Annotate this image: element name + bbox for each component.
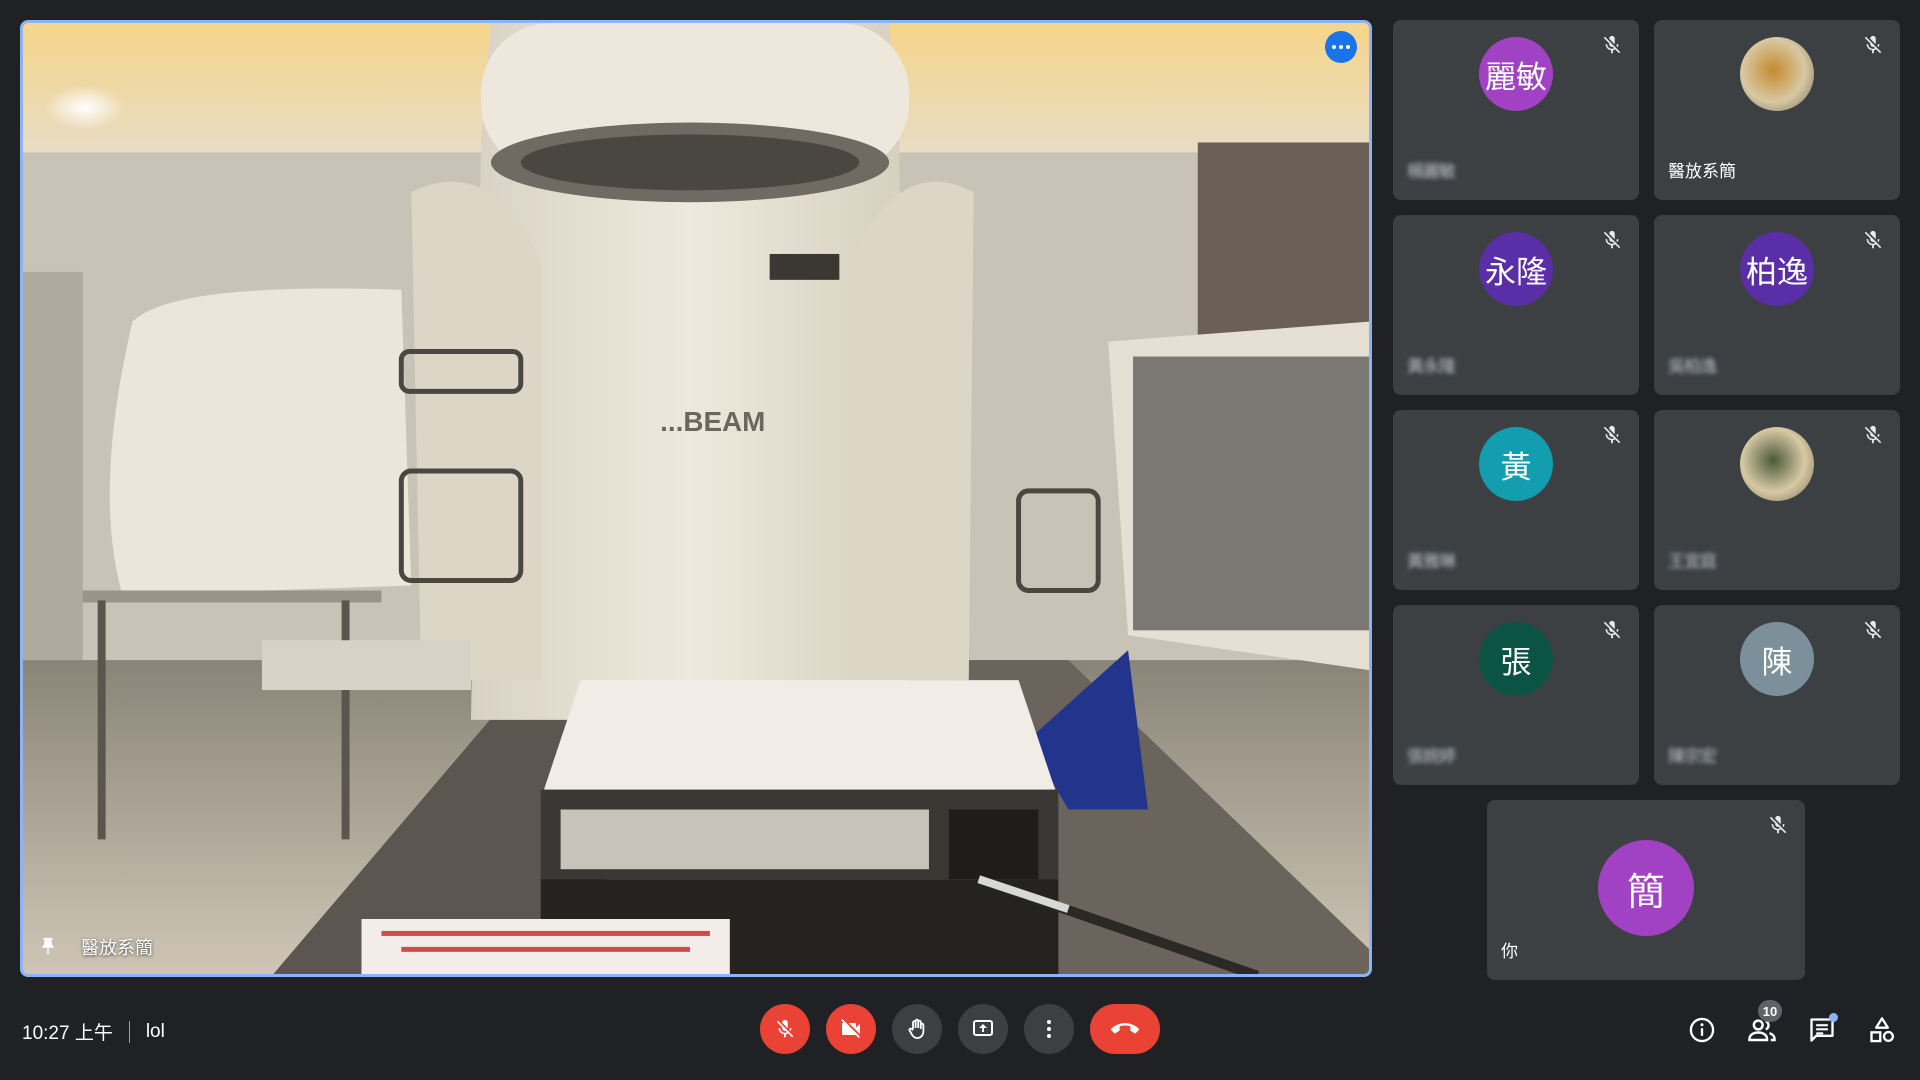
mic-off-icon [1603, 425, 1621, 444]
participant-count-badge: 10 [1758, 1000, 1782, 1022]
call-end-icon [1111, 1023, 1139, 1034]
mic-off-icon [1603, 35, 1621, 54]
participant-tile[interactable]: 永隆黃永隆 [1393, 215, 1639, 395]
mic-off-icon [1864, 620, 1882, 639]
participant-name: 王宜庭 [1668, 552, 1717, 571]
people-button[interactable]: 10 [1744, 1000, 1782, 1048]
initials-avatar: 永隆 [1479, 232, 1553, 306]
participant-name: 陳宗宏 [1668, 747, 1717, 766]
meeting-details: 10:27 上午 lol [22, 1018, 165, 1045]
videocam-off-icon [841, 1019, 860, 1038]
mic-off-icon [1769, 815, 1787, 834]
initials-avatar: 柏逸 [1740, 232, 1814, 306]
more-vert-icon [1047, 1020, 1051, 1038]
participant-name: 黃雅琳 [1407, 552, 1456, 571]
camera-toggle-button[interactable] [826, 1004, 876, 1054]
participant-name: 楊麗敏 [1407, 162, 1456, 181]
raise-hand-button[interactable] [892, 1004, 942, 1054]
initials-avatar: 黃 [1479, 427, 1553, 501]
pin-icon[interactable] [37, 935, 59, 959]
info-icon [1689, 1017, 1715, 1043]
self-tile[interactable]: 簡 你 [1487, 800, 1805, 980]
participant-name: 醫放系簡 [1668, 162, 1736, 181]
present-now-button[interactable] [958, 1004, 1008, 1054]
participant-name: 張婉婷 [1407, 747, 1456, 766]
initials-avatar: 麗敏 [1479, 37, 1553, 111]
self-avatar: 簡 [1598, 840, 1694, 936]
mic-off-icon [1864, 425, 1882, 444]
meeting-name: lol [145, 1020, 165, 1042]
new-message-indicator [1829, 1013, 1838, 1022]
chat-button[interactable] [1804, 1012, 1840, 1048]
leave-call-button[interactable] [1090, 1004, 1160, 1054]
profile-photo-avatar [1740, 37, 1814, 111]
initials-avatar: 陳 [1740, 622, 1814, 696]
pinned-speaker-name: 醫放系簡 [81, 938, 153, 958]
clock: 10:27 上午 [22, 1023, 113, 1044]
divider [128, 1020, 130, 1043]
pinned-speaker-label: 醫放系簡 [37, 934, 153, 960]
more-options-menu-button[interactable] [1024, 1004, 1074, 1054]
initials-avatar: 張 [1479, 622, 1553, 696]
more-horiz-icon [1332, 45, 1336, 49]
mic-off-icon [1603, 230, 1621, 249]
present-screen-icon [973, 1020, 993, 1036]
mic-off-icon [776, 1019, 794, 1038]
participant-tile[interactable]: 黃黃雅琳 [1393, 410, 1639, 590]
machine-label: ...BEAM [660, 406, 765, 437]
mic-off-icon [1603, 620, 1621, 639]
mic-off-icon [1864, 35, 1882, 54]
participant-tile[interactable]: 麗敏楊麗敏 [1393, 20, 1639, 200]
participant-name: 吳柏逸 [1668, 357, 1717, 376]
mic-off-icon [1864, 230, 1882, 249]
participant-tile[interactable]: 柏逸吳柏逸 [1654, 215, 1900, 395]
pinned-video-tile[interactable]: ...BEAM 醫放系簡 [20, 20, 1372, 977]
more-options-button[interactable] [1325, 31, 1357, 63]
participant-tile[interactable]: 陳陳宗宏 [1654, 605, 1900, 785]
call-controls [0, 1004, 1920, 1054]
video-feed: ...BEAM [23, 23, 1369, 974]
participant-tile[interactable]: 醫放系簡 [1654, 20, 1900, 200]
meeting-details-button[interactable] [1684, 1012, 1720, 1048]
activities-button[interactable] [1864, 1012, 1900, 1048]
microphone-toggle-button[interactable] [760, 1004, 810, 1054]
participant-tile[interactable]: 張張婉婷 [1393, 605, 1639, 785]
participant-name: 黃永隆 [1407, 357, 1456, 376]
self-name: 你 [1501, 942, 1518, 961]
profile-photo-avatar [1740, 427, 1814, 501]
participant-tile[interactable]: 王宜庭 [1654, 410, 1900, 590]
raise-hand-icon [908, 1018, 925, 1039]
activities-icon [1870, 1017, 1895, 1043]
meeting-tools: 10 [1684, 1000, 1900, 1048]
